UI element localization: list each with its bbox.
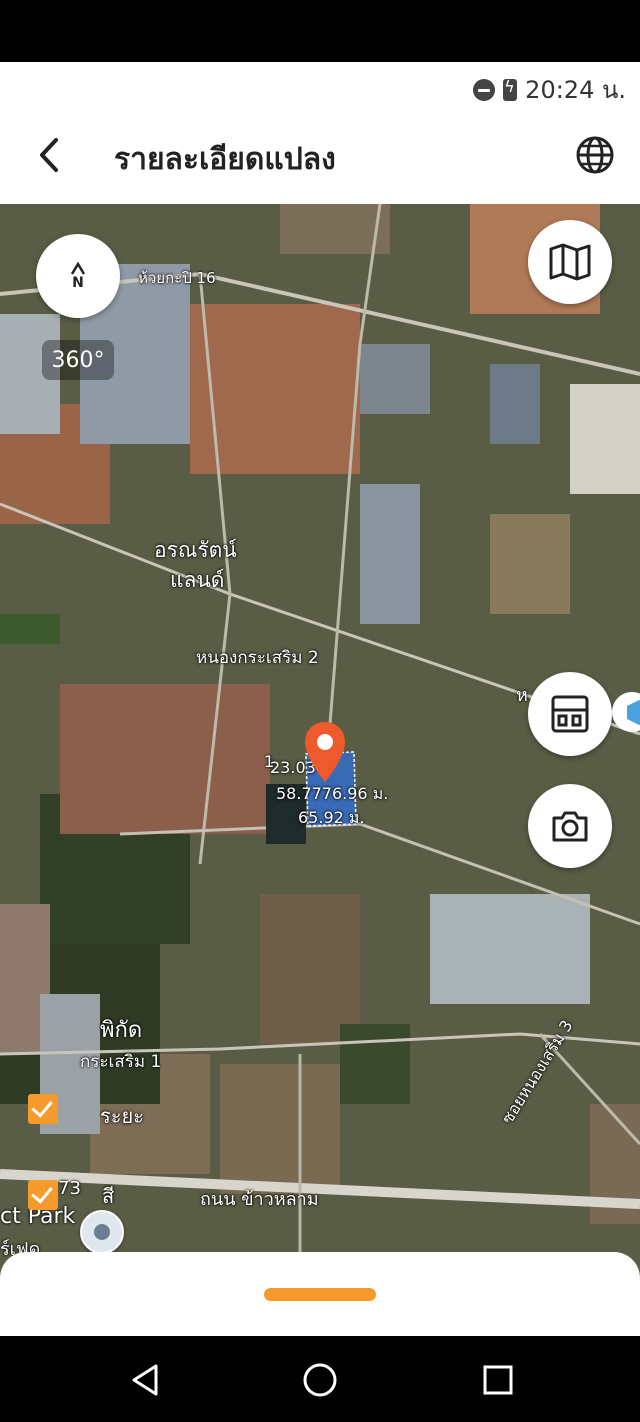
sheet-drag-handle[interactable] [264, 1288, 376, 1301]
back-arrow-icon[interactable] [28, 132, 74, 178]
bottom-sheet[interactable] [0, 1252, 640, 1336]
location-pin-icon[interactable] [302, 720, 348, 784]
map-label-road-num: 73 [58, 1178, 81, 1199]
distance-checkbox[interactable] [28, 1094, 58, 1124]
map-label-huaykapi: ห้วยกะปิ 16 [138, 269, 216, 287]
map-label-nongkrasoem2: หนองกระเสริม 2 [196, 648, 319, 668]
globe-icon[interactable] [572, 132, 618, 178]
map-label-raya: ระยะ [100, 1104, 144, 1128]
road-checkbox[interactable] [28, 1180, 58, 1210]
view-360-button[interactable]: 360° [42, 340, 114, 380]
map-label-pikad: พิกัด [100, 1018, 143, 1043]
map-type-button[interactable] [528, 220, 612, 304]
floorplan-icon [551, 695, 589, 733]
status-bar: 20:24 น. [0, 62, 640, 108]
top-black-bar [0, 0, 640, 62]
map-icon [549, 243, 591, 281]
camera-button[interactable] [528, 784, 612, 868]
app-header: รายละเอียดแปลง [0, 108, 640, 204]
map-label-partial-h: ห [516, 685, 528, 706]
status-time: 20:24 น. [525, 76, 626, 104]
do-not-disturb-icon [473, 78, 496, 101]
compass-label: N [72, 275, 84, 291]
floorplan-button[interactable] [528, 672, 612, 756]
compass-arrow-icon [70, 262, 86, 275]
measure-left-right: 58.7776.96 ม. [276, 784, 389, 803]
map-label-aronrat-2: แลนด์ [170, 568, 225, 592]
satellite-map[interactable]: ห้วยกะปิ 16 อรณรัตน์ แลนด์ หนองกระเสริม … [0, 204, 640, 1336]
measure-bottom: 65.92 ม. [298, 808, 365, 827]
camera-icon [552, 811, 588, 842]
map-label-aronrat-1: อรณรัตน์ [154, 538, 237, 562]
compass-button[interactable]: N [36, 234, 120, 318]
map-label-road-si: สี [102, 1184, 115, 1208]
map-label-thanon-khaolam: ถนน ข้าวหลาม [200, 1189, 319, 1210]
system-navigation-bar [0, 1336, 640, 1422]
current-location-icon[interactable] [80, 1210, 124, 1254]
page-title: รายละเอียดแปลง [114, 142, 336, 177]
triangle-back-icon[interactable] [126, 1360, 166, 1400]
circle-home-icon[interactable] [300, 1360, 340, 1400]
map-label-krasoem1: กระเสริม 1 [80, 1052, 162, 1072]
square-recents-icon[interactable] [478, 1360, 518, 1400]
battery-charging-icon [503, 77, 518, 101]
